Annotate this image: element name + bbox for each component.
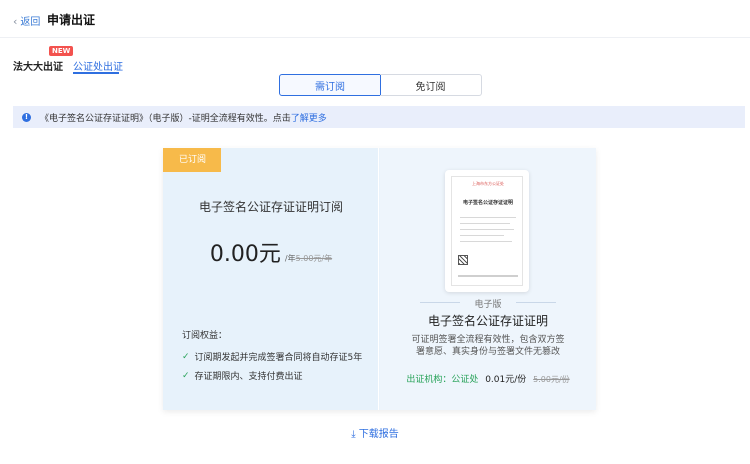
back-button[interactable]: ‹ 返回: [13, 13, 40, 28]
notice-bar: ! 《电子签名公证存证证明》（电子版）-证明全流程有效性。点击 了解更多: [13, 106, 745, 128]
tab-fadada[interactable]: 法大大出证: [13, 58, 63, 73]
qr-code-icon: [458, 255, 468, 265]
doc-title: 电子签名公证存证证明: [462, 200, 513, 206]
plan-title: 电子签名公证存证证明订阅: [198, 200, 343, 214]
benefit-text: 存证期限内、支持付费出证: [194, 372, 303, 382]
certificate-description: 可证明签署全流程有效性，包含双方签署意愿、真实身份与签署文件无篡改: [411, 335, 565, 357]
plan-original-price: 5.00元/年: [295, 254, 333, 263]
page-title: 申请出证: [47, 13, 96, 27]
check-icon: ✓: [182, 351, 190, 362]
doc-text-line: [460, 229, 514, 230]
issuer-row: 出证机构：公证处 0.01元/份 5.00元/份: [380, 372, 596, 385]
download-icon: ⤓: [351, 429, 356, 440]
doc-text-line: [460, 223, 510, 224]
segment-free[interactable]: 免订阅: [380, 74, 482, 96]
doc-text-line: [460, 241, 512, 242]
plan-panel: 已订阅 电子签名公证存证证明订阅 0.00元 /年 5.00元/年 订阅权益： …: [163, 148, 379, 410]
doc-text-line: [460, 217, 516, 218]
benefit-item: ✓ 订阅期发起并完成签署合同将自动存证5年: [182, 350, 363, 364]
certificate-name: 电子签名公证存证证明: [427, 314, 548, 328]
subscribed-badge: 已订阅: [163, 148, 221, 172]
issuer-label: 出证机构：公证处: [406, 375, 479, 385]
active-tab-indicator: [73, 72, 119, 74]
info-icon: !: [22, 112, 31, 122]
benefit-text: 订阅期发起并完成签署合同将自动存证5年: [194, 353, 363, 363]
back-label: 返回: [20, 17, 41, 28]
certificate-preview: 上海市东方公证处 电子签名公证存证证明: [445, 170, 529, 292]
issuer-original-price: 5.00元/份: [533, 375, 570, 384]
plan-unit: /年: [284, 254, 296, 263]
plan-price: 0.00元: [209, 242, 281, 267]
notice-text: 《电子签名公证存证证明》（电子版）-证明全流程有效性。点击: [40, 113, 291, 124]
check-icon: ✓: [182, 370, 190, 381]
price-row: 0.00元 /年 5.00元/年: [163, 236, 379, 268]
edition-label: 电子版: [474, 300, 502, 310]
doc-text-line: [460, 235, 504, 236]
new-badge: NEW: [49, 46, 74, 56]
download-report-button[interactable]: ⤓ 下载报告: [0, 425, 750, 440]
tab-notary[interactable]: 公证处出证: [73, 58, 123, 73]
issuer-price: 0.01元/份: [485, 375, 527, 385]
subscription-card: 已订阅 电子签名公证存证证明订阅 0.00元 /年 5.00元/年 订阅权益： …: [163, 148, 596, 410]
segment-subscribe[interactable]: 需订阅: [279, 74, 381, 96]
benefits-title: 订阅权益：: [182, 331, 228, 341]
download-label: 下载报告: [358, 429, 399, 440]
doc-header: 上海市东方公证处: [472, 181, 504, 186]
certificate-page: 上海市东方公证处 电子签名公证存证证明: [451, 176, 523, 286]
chevron-left-icon: ‹: [13, 15, 18, 28]
divider: [516, 302, 556, 303]
learn-more-link[interactable]: 了解更多: [291, 111, 327, 124]
benefit-item: ✓ 存证期限内、支持付费出证: [182, 369, 303, 383]
certificate-panel: 上海市东方公证处 电子签名公证存证证明 电子版 电子签名公证存证证明 可证明签署…: [380, 148, 596, 410]
doc-footer-line: [458, 275, 518, 277]
top-bar: ‹ 返回 申请出证: [0, 0, 750, 38]
